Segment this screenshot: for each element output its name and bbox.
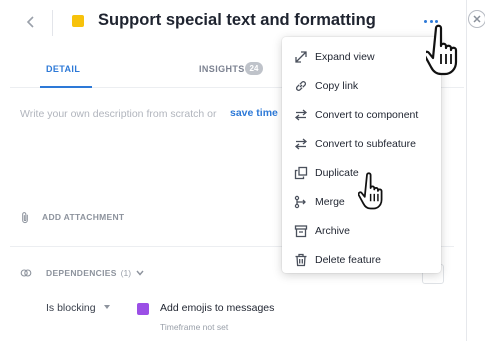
tab-detail[interactable]: DETAIL (46, 64, 80, 74)
dependencies-count: (1) (120, 268, 132, 278)
ellipsis-dot (429, 19, 433, 23)
relation-select[interactable]: Is blocking (46, 302, 96, 314)
menu-item-label: Archive (315, 224, 351, 237)
swap-arrows-icon (294, 138, 308, 149)
dependency-feature-name[interactable]: Add emojis to messages (160, 302, 274, 314)
menu-item-label: Convert to subfeature (315, 137, 416, 150)
chevron-down-icon (136, 270, 144, 276)
feature-status-swatch[interactable] (72, 15, 84, 27)
close-button[interactable] (468, 10, 485, 28)
menu-item-convert-to-subfeature[interactable]: Convert to subfeature (282, 129, 441, 158)
merge-icon (294, 195, 306, 208)
menu-item-label: Merge (315, 195, 345, 208)
menu-item-label: Expand view (315, 50, 375, 63)
header-divider (52, 10, 53, 36)
hand-pointer-icon (358, 172, 383, 210)
description-placeholder[interactable]: Write your own description from scratch … (20, 108, 216, 120)
dependencies-label: DEPENDENCIES (46, 268, 117, 278)
menu-item-expand-view[interactable]: Expand view (282, 42, 441, 71)
archive-icon (294, 224, 308, 237)
link-chain-icon (20, 269, 32, 277)
dependency-feature-swatch (137, 303, 149, 315)
paperclip-icon (22, 211, 28, 223)
caret-down-icon (104, 305, 110, 309)
feature-title[interactable]: Support special text and formatting (98, 11, 376, 30)
menu-item-label: Duplicate (315, 166, 359, 179)
menu-item-archive[interactable]: Archive (282, 216, 441, 245)
swap-arrows-icon (294, 109, 308, 120)
expand-icon (295, 50, 307, 63)
save-time-link[interactable]: save time (230, 107, 278, 119)
more-options-menu: Expand view Copy link Convert to compone… (282, 37, 441, 273)
menu-item-label: Copy link (315, 79, 359, 92)
menu-item-delete-feature[interactable]: Delete feature (282, 245, 441, 274)
active-tab-indicator (40, 86, 92, 88)
ellipsis-dot (435, 19, 438, 23)
add-attachment-button[interactable]: ADD ATTACHMENT (20, 210, 124, 224)
menu-item-label: Convert to component (315, 108, 419, 121)
ellipsis-horizontal-icon (424, 19, 427, 23)
insights-count-badge: 24 (245, 62, 263, 75)
dependency-timeframe: Timeframe not set (160, 322, 229, 332)
link-icon (296, 80, 306, 91)
tab-insights[interactable]: INSIGHTS (199, 64, 245, 74)
hand-pointer-icon (426, 24, 458, 76)
add-attachment-label: ADD ATTACHMENT (42, 212, 125, 222)
menu-item-convert-to-component[interactable]: Convert to component (282, 100, 441, 129)
duplicate-icon (294, 166, 308, 179)
menu-item-label: Delete feature (315, 253, 381, 266)
menu-item-copy-link[interactable]: Copy link (282, 71, 441, 100)
trash-icon (295, 253, 307, 266)
back-button[interactable] (22, 12, 40, 32)
close-icon (473, 14, 481, 23)
dependencies-toggle[interactable]: DEPENDENCIES (1) (20, 266, 144, 280)
chevron-left-icon (26, 16, 34, 28)
